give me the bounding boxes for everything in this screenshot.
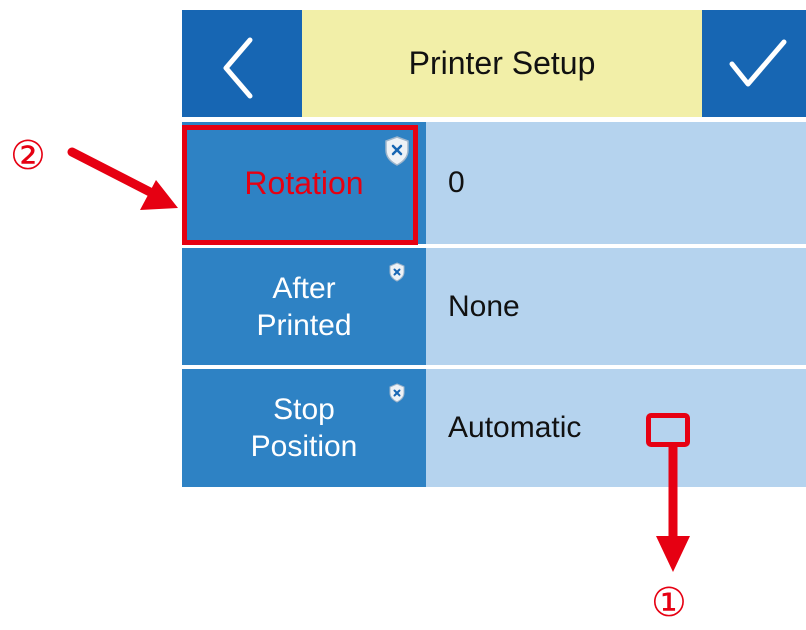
arrow-2-shaft <box>67 147 155 197</box>
arrow-1-head <box>656 536 690 572</box>
annotation-arrows <box>67 147 690 572</box>
arrow-2-head <box>140 180 178 210</box>
callout-1: ① <box>651 580 687 626</box>
callout-2: ② <box>10 133 46 179</box>
